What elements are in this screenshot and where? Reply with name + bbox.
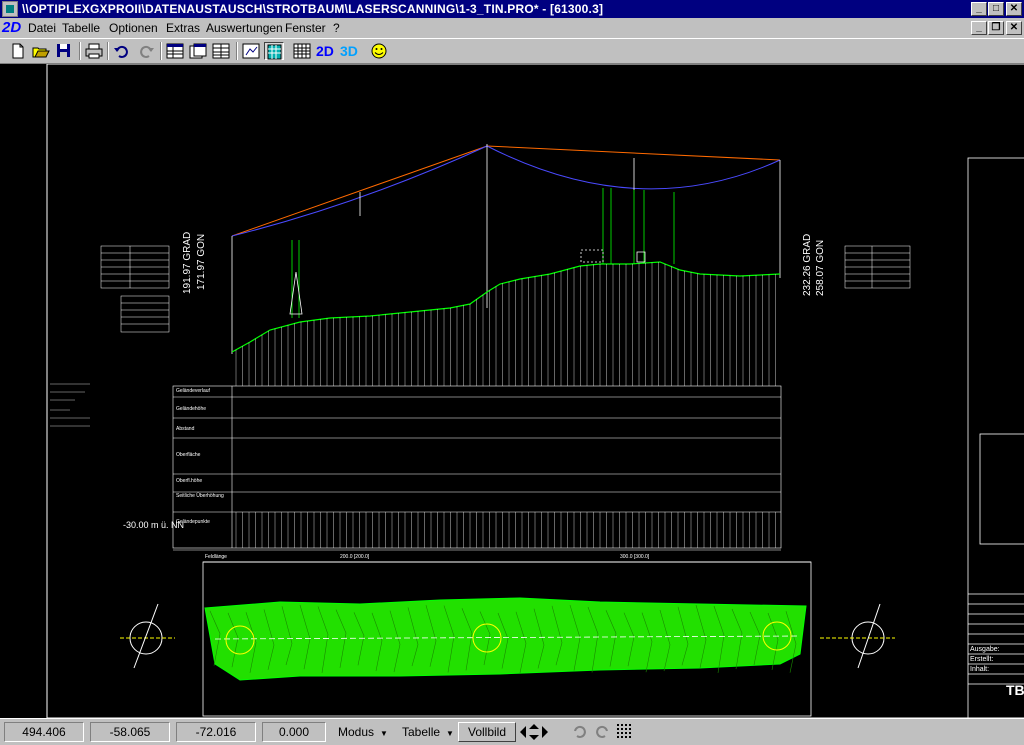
status-z-coordinate: -72.016	[176, 722, 256, 742]
left-angle-grad: 191.97 GRAD	[182, 231, 193, 294]
minimize-button[interactable]: _	[971, 2, 987, 16]
tin-surface	[204, 597, 807, 681]
table-ticks	[235, 512, 776, 548]
menu-bar: 2D Datei Tabelle Optionen Extras Auswert…	[0, 18, 1024, 38]
row-label: Oberfläche	[176, 452, 201, 458]
menu-help[interactable]: ?	[333, 21, 340, 35]
window-title: \\OPTIPLEXGXPROII\DATENAUSTAUSCH\STROTBA…	[22, 2, 604, 16]
sag-curve	[231, 145, 781, 237]
new-document-icon[interactable]	[8, 42, 28, 60]
title-bar: \\OPTIPLEXGXPROII\DATENAUSTAUSCH\STROTBA…	[0, 0, 1024, 18]
plan-label-mid2: 300.0 [300.0]	[620, 554, 650, 560]
longitudinal-profile-drawing[interactable]	[0, 64, 1024, 718]
profile-table	[172, 385, 782, 549]
terrain-line	[231, 261, 781, 353]
datum-label: -30.00 m ü. NN	[123, 520, 185, 530]
orientation-left	[120, 603, 175, 669]
right-angle-grad: 232.26 GRAD	[802, 233, 813, 296]
row-label: Geländeverlauf	[176, 388, 210, 394]
toolbar-separator	[79, 42, 81, 60]
row-label: Oberfl.höhe	[176, 478, 203, 484]
status-x-coordinate: 494.406	[4, 722, 84, 742]
conductor-line	[231, 145, 781, 237]
view-2d-button[interactable]: 2D	[316, 42, 336, 60]
tin-view-icon[interactable]	[264, 42, 284, 60]
span-markers	[231, 144, 781, 354]
row-label: Geländepunkte	[176, 519, 210, 525]
plan-label-left: Feldlänge	[205, 554, 227, 560]
menu-datei[interactable]: Datei	[28, 21, 56, 35]
menu-tabelle[interactable]: Tabelle	[62, 21, 100, 35]
menu-extras[interactable]: Extras	[166, 21, 200, 35]
maximize-button[interactable]: □	[988, 2, 1004, 16]
right-angle-gon: 258.07 GON	[815, 239, 826, 296]
left-angle-gon: 171.97 GON	[196, 233, 207, 290]
mdi-close-button[interactable]: ✕	[1006, 21, 1022, 35]
toolbar-separator	[160, 42, 162, 60]
mdi-minimize-button[interactable]: _	[971, 21, 987, 35]
table-view-2-icon[interactable]	[188, 42, 208, 60]
orientation-right	[820, 603, 895, 669]
menu-optionen[interactable]: Optionen	[109, 21, 158, 35]
redo-view-icon[interactable]	[592, 722, 612, 740]
title-block	[967, 157, 1024, 718]
mdi-2d-icon[interactable]: 2D	[2, 19, 21, 36]
chevron-down-icon: ▼	[446, 729, 454, 738]
undo-icon[interactable]	[112, 42, 132, 60]
menu-auswertungen[interactable]: Auswertungen	[206, 21, 283, 35]
redo-icon[interactable]	[136, 42, 156, 60]
row-label: Abstand	[176, 426, 195, 432]
app-icon[interactable]	[2, 1, 18, 17]
toolbar: 2D 3D	[0, 38, 1024, 64]
row-label: Geländehöhe	[176, 406, 207, 412]
status-y-coordinate: -58.065	[90, 722, 170, 742]
mdi-restore-button[interactable]: ❐	[988, 21, 1004, 35]
title-erstellt: Erstellt:	[970, 656, 994, 663]
title-logo: TB	[1006, 682, 1024, 698]
grid-view-icon[interactable]	[292, 42, 312, 60]
open-folder-icon[interactable]	[31, 42, 51, 60]
toolbar-separator	[236, 42, 238, 60]
grid-dots-icon[interactable]	[614, 722, 634, 740]
title-inhalt: Inhalt:	[970, 666, 990, 673]
menu-fenster[interactable]: Fenster	[285, 21, 326, 35]
status-angle: 0.000	[262, 722, 326, 742]
undo-view-icon[interactable]	[570, 722, 590, 740]
tabelle-label: Tabelle	[402, 725, 441, 739]
station-drop-lines	[235, 262, 776, 386]
smiley-icon[interactable]	[369, 42, 389, 60]
plan-label-mid1: 200.0 [200.0]	[340, 554, 370, 560]
table-view-3-icon[interactable]	[211, 42, 231, 60]
right-legend	[844, 245, 911, 289]
chevron-down-icon: ▼	[380, 729, 388, 738]
row-label: Seitliche Überhöhung	[176, 493, 224, 499]
modus-label: Modus	[338, 725, 375, 739]
status-bar: 494.406 -58.065 -72.016 0.000 Modus ▼ Tab…	[0, 718, 1024, 744]
save-disk-icon[interactable]	[54, 42, 74, 60]
vollbild-button[interactable]: Vollbild	[458, 722, 516, 742]
modus-dropdown[interactable]: Modus ▼	[338, 722, 388, 742]
print-icon[interactable]	[84, 42, 104, 60]
view-3d-button[interactable]: 3D	[340, 42, 360, 60]
close-button[interactable]: ✕	[1006, 2, 1022, 16]
tabelle-dropdown[interactable]: Tabelle ▼	[402, 722, 454, 742]
title-ausgabe: Ausgabe:	[970, 646, 1000, 653]
toolbar-separator	[107, 42, 109, 60]
left-legend	[100, 245, 170, 333]
table-view-1-icon[interactable]	[165, 42, 185, 60]
zoom-extents-icon[interactable]	[241, 42, 261, 60]
drawing-canvas[interactable]: -30.00 m ü. NN 191.97 GRAD 171.97 GON 23…	[0, 64, 1024, 718]
pan-arrows-icon[interactable]	[518, 722, 548, 740]
left-block	[50, 383, 90, 427]
